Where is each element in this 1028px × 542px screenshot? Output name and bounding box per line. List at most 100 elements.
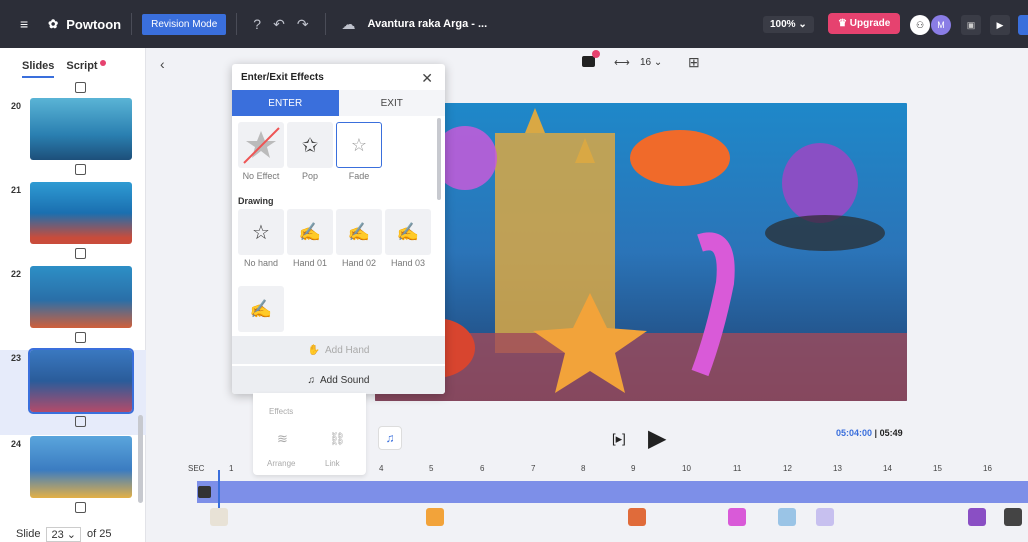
tab-script-label: Script (66, 60, 98, 72)
ruler-tick-label: 10 (682, 464, 691, 473)
timeline-track[interactable] (197, 481, 1028, 503)
copy-icon[interactable] (75, 502, 86, 513)
slide-thumbnail[interactable]: 21 (0, 182, 146, 267)
copy-icon[interactable] (75, 416, 86, 427)
timeline-item-hand[interactable] (210, 508, 228, 526)
slide-number: 22 (11, 269, 22, 279)
drawing-no-hand[interactable]: ☆ (238, 209, 284, 255)
upgrade-button[interactable]: ♛ Upgrade (828, 13, 901, 34)
ruler-tick-label: 8 (581, 464, 586, 473)
link-icon[interactable]: ⛓ (329, 431, 346, 447)
play-button[interactable]: ▶ (990, 15, 1010, 35)
cloud-save-icon: ☁ (341, 15, 356, 32)
tab-exit[interactable]: EXIT (338, 90, 445, 116)
redo-icon[interactable]: ↷ (297, 16, 309, 33)
music-button[interactable]: ♫ (378, 426, 402, 450)
slide-total: of 25 (87, 528, 112, 540)
tab-enter[interactable]: ENTER (232, 90, 339, 116)
play-big-icon[interactable]: ▶ (648, 424, 666, 453)
menu-effects[interactable]: Effects (269, 407, 293, 416)
undo-icon[interactable]: ↶ (273, 16, 285, 33)
effect-fade[interactable]: ☆ (336, 122, 382, 168)
slide-thumbnail-selected[interactable]: 23 (0, 348, 146, 435)
effect-label: No Effect (242, 171, 280, 181)
ruler-tick-label: 1 (229, 464, 234, 473)
ruler-tick-label: 11 (733, 464, 742, 473)
slide-image (30, 266, 132, 328)
resize-icon[interactable]: ⟷ (614, 56, 630, 69)
slide-canvas[interactable] (375, 103, 907, 401)
enter-exit-effects-panel: Enter/Exit Effects ✕ ENTER EXIT ✩ ☆ No E… (232, 64, 445, 394)
add-sound-label: Add Sound (320, 374, 370, 386)
effect-pop[interactable]: ✩ (287, 122, 333, 168)
timeline-items (190, 506, 1028, 534)
timeline-item-jelly[interactable] (778, 508, 796, 526)
copy-icon[interactable] (75, 248, 86, 259)
drawing-label: No hand (243, 258, 279, 268)
slide-select[interactable]: 23 ⌄ (46, 526, 81, 542)
panel-header: Enter/Exit Effects (232, 64, 445, 90)
close-icon[interactable]: ✕ (421, 70, 433, 87)
sec-label: SEC (188, 464, 205, 473)
timeline-handle[interactable] (198, 486, 211, 498)
crown-icon: ♛ (838, 18, 847, 29)
timeline-item-bubble[interactable] (816, 508, 834, 526)
panel-scrollbar[interactable] (437, 118, 441, 200)
timeline-item-starfish[interactable] (426, 508, 444, 526)
logo: ✿ Powtoon (48, 17, 121, 32)
copy-icon[interactable] (75, 164, 86, 175)
collapse-icon[interactable]: ‹ (160, 56, 165, 72)
hand-small-icon: ✋ (307, 344, 320, 356)
tab-script[interactable]: Script (66, 60, 106, 78)
play-scene-icon[interactable]: [▸] (612, 431, 626, 447)
slide-number: 20 (11, 101, 22, 111)
slide-image (28, 348, 134, 414)
avatar[interactable]: M (931, 15, 951, 35)
timeline-item-cloud[interactable] (1004, 508, 1022, 526)
music-icon: ♫ (385, 431, 395, 445)
share-users-icon[interactable]: ⚇ (910, 15, 930, 35)
hand-icon: ✍ (249, 298, 273, 319)
slide-number: 21 (11, 185, 22, 195)
camera-badge (592, 50, 600, 58)
camera-icon[interactable] (582, 56, 595, 67)
tab-slides[interactable]: Slides (22, 60, 55, 78)
slide-image (30, 436, 132, 498)
copy-icon (75, 82, 86, 93)
slide-thumbnail[interactable]: 22 (0, 266, 146, 351)
slide-add-icon[interactable] (0, 80, 146, 94)
grid-icon[interactable]: ⊞ (688, 54, 700, 71)
drawing-hand-03[interactable]: ✍ (385, 209, 431, 255)
help-icon[interactable]: ? (253, 16, 261, 32)
slide-thumbnail[interactable]: 20 (0, 98, 146, 183)
time-current: 05:04:00 (836, 428, 873, 438)
timeline-item-octopus[interactable] (968, 508, 986, 526)
menu-icon[interactable]: ≡ (20, 16, 28, 32)
present-icon[interactable]: ▣ (961, 15, 981, 35)
slides-scrollbar[interactable] (138, 415, 143, 503)
copy-icon[interactable] (75, 332, 86, 343)
timeline-playhead[interactable] (218, 470, 220, 510)
zoom-select[interactable]: 100% ⌄ (763, 16, 814, 33)
panel-title: Enter/Exit Effects (241, 71, 324, 83)
object-menu: Effects ≋ ⛓ Arrange Link (253, 393, 366, 475)
drawing-hand-04[interactable]: ✍ (238, 286, 284, 332)
drawing-hand-01[interactable]: ✍ (287, 209, 333, 255)
effect-label: Fade (348, 171, 370, 181)
effect-no-effect[interactable] (238, 122, 284, 168)
add-hand-button[interactable]: ✋ Add Hand (232, 336, 445, 364)
publish-button[interactable] (1018, 15, 1028, 35)
revision-mode-badge[interactable]: Revision Mode (142, 13, 227, 35)
add-sound-button[interactable]: ♫ Add Sound (232, 366, 445, 394)
timeline-item-seahorse[interactable] (628, 508, 646, 526)
powtoon-logo-icon: ✿ (48, 17, 59, 31)
project-title[interactable]: Avantura raka Arga - ... (368, 18, 488, 30)
drawing-hand-02[interactable]: ✍ (336, 209, 382, 255)
arrange-icon[interactable]: ≋ (277, 431, 288, 447)
slide-thumbnail[interactable]: 24 (0, 436, 146, 521)
left-tabs: Slides Script (0, 48, 145, 78)
aspect-select[interactable]: 16 ⌄ (640, 57, 662, 68)
slides-panel: Slides Script 20 21 22 23 24 Slide 23 ⌄ … (0, 48, 146, 542)
upgrade-label: Upgrade (849, 18, 891, 29)
timeline-item-pink[interactable] (728, 508, 746, 526)
